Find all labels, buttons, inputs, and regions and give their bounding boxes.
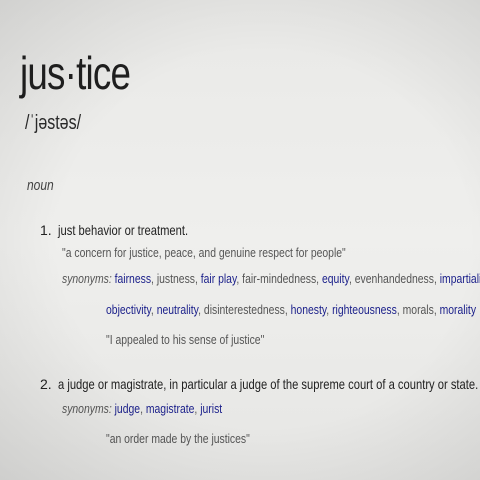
headword: jus·tice <box>20 47 131 99</box>
sense-1-synonyms-line-1: synonyms: fairness, justness, fair play,… <box>62 268 480 290</box>
synonym-list: objectivity, neutrality, disinterestedne… <box>106 302 476 317</box>
phonetic-spelling: /ˈjəstəs/ <box>25 112 82 134</box>
sense-1-example-2: "I appealed to his sense of justice" <box>106 332 265 347</box>
synonyms-label: synonyms: <box>62 401 112 416</box>
part-of-speech: noun <box>27 177 54 194</box>
sense-1-synonyms-line-2: objectivity, neutrality, disinterestedne… <box>106 299 476 321</box>
sense-2-synonyms: synonyms: judge, magistrate, jurist <box>62 398 222 420</box>
synonym-link[interactable]: neutrality <box>157 302 198 317</box>
sense-definition: a judge or magistrate, in particular a j… <box>58 376 479 392</box>
synonym-text: , morals, <box>396 302 440 317</box>
synonym-text: , justness, <box>151 271 201 286</box>
sense-definition: just behavior or treatment. <box>58 222 189 238</box>
synonym-link[interactable]: equity <box>322 271 349 286</box>
synonym-link[interactable]: impartiality <box>440 271 480 286</box>
synonym-link[interactable]: magistrate <box>146 401 195 416</box>
sense-number: 2. <box>40 376 52 392</box>
sense-2-example: "an order made by the justices" <box>106 431 250 446</box>
synonym-link[interactable]: judge <box>115 401 140 416</box>
synonym-text: , evenhandedness, <box>348 271 440 286</box>
synonym-text: , disinterestedness, <box>198 302 291 317</box>
synonym-link[interactable]: honesty <box>291 302 327 317</box>
sense-1-example: "a concern for justice, peace, and genui… <box>62 245 346 260</box>
synonym-link[interactable]: objectivity <box>106 302 151 317</box>
synonym-link[interactable]: jurist <box>200 401 222 416</box>
synonym-text: , fair-mindedness, <box>236 271 322 286</box>
synonym-link[interactable]: righteousness <box>332 302 397 317</box>
synonym-list: fairness, justness, fair play, fair-mind… <box>115 271 480 286</box>
synonym-link[interactable]: fair play <box>201 271 237 286</box>
synonym-list: judge, magistrate, jurist <box>115 401 223 416</box>
synonyms-label: synonyms: <box>62 271 112 286</box>
dictionary-card: jus·tice /ˈjəstəs/ noun 1. just behavior… <box>0 0 480 480</box>
synonym-link[interactable]: morality <box>440 302 476 317</box>
synonym-link[interactable]: fairness <box>115 271 151 286</box>
sense-number: 1. <box>40 222 52 238</box>
